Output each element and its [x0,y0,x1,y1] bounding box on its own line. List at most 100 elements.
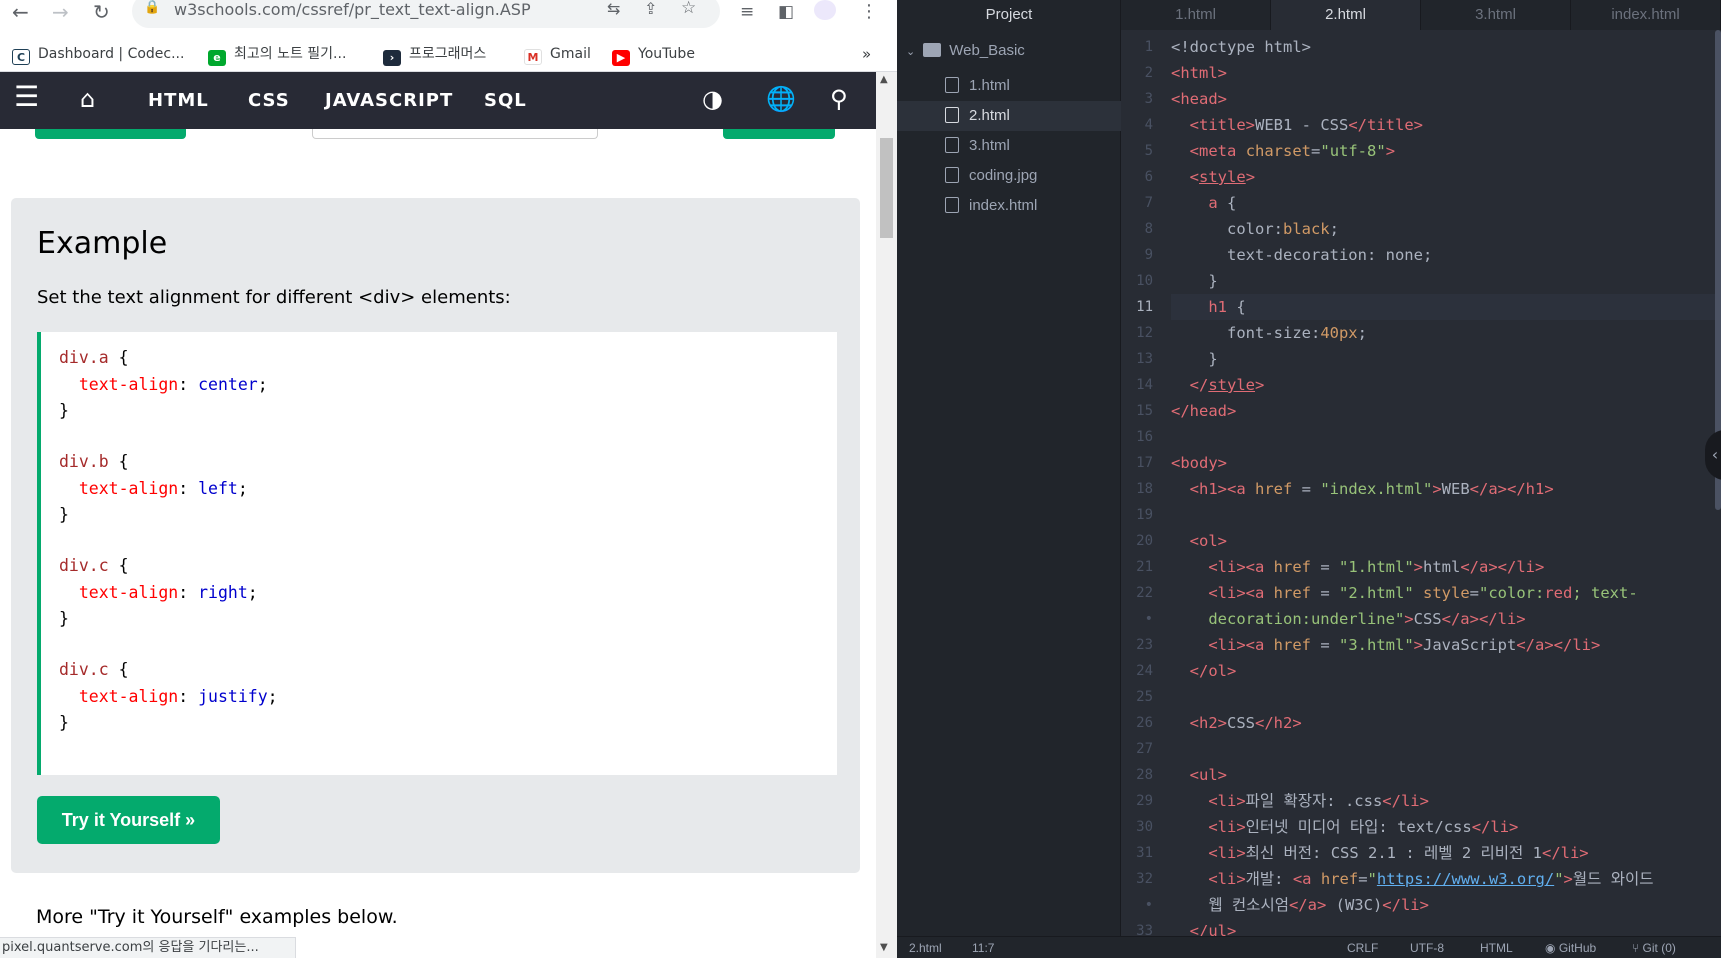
line-number: 19 [1136,507,1153,523]
bookmarks-overflow[interactable]: » [862,44,871,64]
status-file[interactable]: 2.html [909,937,942,958]
line-number: 10 [1136,273,1153,289]
globe-icon[interactable]: 🌐 [766,86,796,112]
tree-file-index-html[interactable]: index.html [897,191,1121,221]
more-examples-text: More "Try it Yourself" examples below. [36,906,398,928]
status-encoding[interactable]: UTF-8 [1410,937,1444,958]
tree-file-3-html[interactable]: 3.html [897,131,1121,161]
line-number: 13 [1136,351,1153,367]
contrast-icon[interactable]: ◑ [702,86,723,112]
code-value: right [198,583,248,602]
code-line: <li>개발: <a href="https://www.w3.org/">월드… [1208,870,1654,888]
tab-1-html[interactable]: 1.html [1121,0,1271,30]
translate-icon[interactable]: ⇆ [607,0,620,18]
line-number: 15 [1136,403,1153,419]
code-editor: Project ⌄ Web_Basic 1.html 2.html 3.html … [897,0,1721,958]
forward-icon[interactable]: → [52,2,69,22]
code-line: decoration:underline">CSS</a></li> [1208,610,1526,628]
code-declaration: text-align: justify; [78,687,278,706]
back-icon[interactable]: ← [12,2,29,22]
scroll-down-icon[interactable]: ▼ [880,942,888,953]
code-rule: div.c { [59,660,129,679]
line-number: 32 [1136,871,1153,887]
menu-dots-icon[interactable]: ⋮ [860,2,878,22]
status-grammar[interactable]: HTML [1480,937,1513,958]
status-cursor[interactable]: 11:7 [972,937,994,958]
file-icon [945,137,959,153]
line-number: 22 [1136,585,1153,601]
tree-file-2-html[interactable]: 2.html [897,101,1121,131]
code-line: h1 { [1208,298,1246,316]
tree-file-coding-jpg[interactable]: coding.jpg [897,161,1121,191]
nav-javascript[interactable]: JAVASCRIPT [325,90,453,112]
status-github[interactable]: ◉ GitHub [1545,937,1596,958]
try-it-yourself-button[interactable]: Try it Yourself » [37,796,220,844]
code-line: <h2>CSS</h2> [1189,714,1302,732]
hamburger-icon[interactable]: ☰ [14,83,39,111]
editor-tabs: 1.html 2.html 3.html index.html [1121,0,1721,30]
media-icon[interactable]: ≡ [740,2,754,22]
status-git[interactable]: ⑂ Git (0) [1632,937,1676,958]
scroll-up-icon[interactable]: ▲ [880,74,888,85]
page-scrollbar[interactable]: ▲ ▼ [876,72,897,958]
folder-icon [923,43,942,57]
example-description: Set the text alignment for different <di… [37,287,511,308]
evernote-icon: e [208,50,226,66]
nav-html[interactable]: HTML [148,90,209,112]
profile-avatar[interactable] [814,0,836,20]
line-number: 24 [1136,663,1153,679]
side-panel-icon[interactable]: ◧ [778,2,794,22]
line-number: 9 [1144,247,1153,263]
partial-green-button[interactable] [35,129,186,139]
file-icon [945,107,959,123]
code-declaration: text-align: left; [78,479,248,498]
file-label: 1.html [969,77,1010,94]
bookmark-label: Gmail [550,46,591,62]
code-line: </ul> [1189,922,1237,936]
tree-file-1-html[interactable]: 1.html [897,71,1121,101]
bookmark-evernote[interactable]: e 최고의 노트 필기... [208,44,346,66]
line-number: 6 [1144,169,1153,185]
line-number: 25 [1136,689,1153,705]
share-icon[interactable]: ⇪ [644,0,657,18]
file-label: 3.html [969,137,1010,154]
home-icon[interactable]: ⌂ [80,86,95,112]
search-icon[interactable]: ⚲ [830,86,848,112]
code-line: <ul> [1189,766,1227,784]
tab-2-html[interactable]: 2.html [1271,0,1421,30]
tab-index-html[interactable]: index.html [1571,0,1721,30]
code-area[interactable]: 1 2 3 4 5 6 7 8 9 10 11 12 13 14 15 16 17 18 19 20 21 22 • 23 24… [1121,30,1721,936]
partial-input[interactable] [312,129,598,139]
folder-web-basic[interactable]: ⌄ Web_Basic [897,36,1121,66]
tab-3-html[interactable]: 3.html [1421,0,1571,30]
code-line: <style> [1189,168,1256,186]
address-bar[interactable]: 🔒 w3schools.com/cssref/pr_text_text-alig… [132,0,720,28]
reload-icon[interactable]: ↻ [93,2,110,22]
bookmark-programmers[interactable]: › 프로그래머스 [383,44,486,66]
nav-sql[interactable]: SQL [484,90,527,112]
code-selector: div.b [59,452,109,471]
git-icon: ⑂ [1632,941,1643,955]
github-label: GitHub [1558,941,1597,955]
file-label: coding.jpg [969,167,1038,184]
code-property: text-align [78,687,179,706]
code-line: <meta charset="utf-8"> [1189,142,1396,160]
bookmark-label: YouTube [638,46,695,62]
line-number: 3 [1144,91,1153,107]
star-icon[interactable]: ☆ [681,0,696,18]
partial-green-button[interactable] [723,129,835,139]
line-number: 5 [1144,143,1153,159]
nav-css[interactable]: CSS [248,90,290,112]
project-tree: Project ⌄ Web_Basic 1.html 2.html 3.html … [897,0,1121,936]
gmail-icon: M [524,49,542,65]
bookmark-gmail[interactable]: M Gmail [524,44,591,65]
bookmark-codecademy[interactable]: C Dashboard | Codec... [12,44,184,65]
scrollbar-thumb[interactable] [880,138,893,238]
bookmark-youtube[interactable]: ▶ YouTube [612,44,695,66]
url-text: w3schools.com/cssref/pr_text_text-align.… [174,0,531,19]
status-eol[interactable]: CRLF [1347,937,1378,958]
code-line: <li><a href = "3.html">JavaScript</a></l… [1208,636,1601,654]
file-label: index.html [969,197,1038,214]
tree-title: Project [985,6,1033,23]
code-value: justify [198,687,268,706]
